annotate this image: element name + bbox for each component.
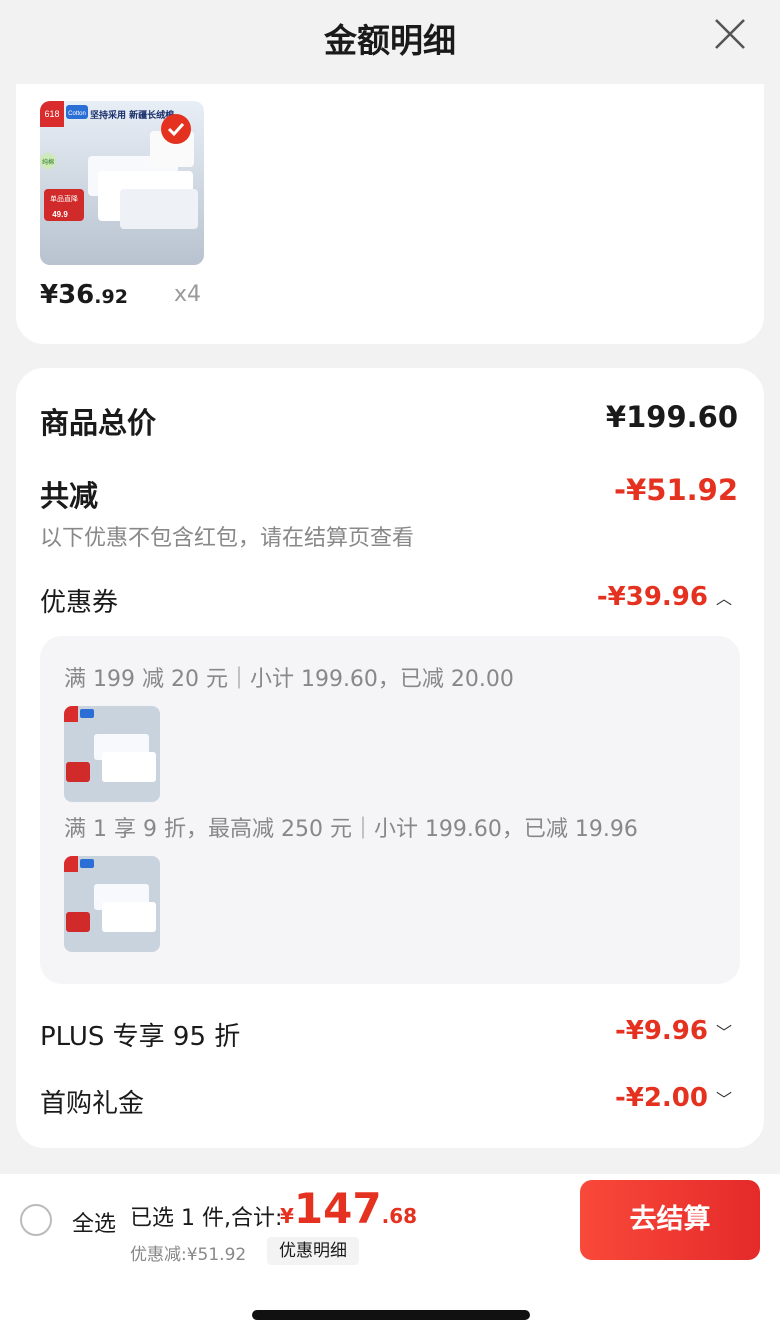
promo-price: 49.9 xyxy=(52,210,68,219)
price-dec: .92 xyxy=(94,286,128,308)
selected-count-text: 已选 1 件,合计: xyxy=(130,1206,283,1231)
plus-value-row[interactable]: -¥9.96 ﹀ xyxy=(615,1016,732,1046)
badge-text: 618 xyxy=(44,109,59,119)
plus-label: PLUS 专享 95 折 xyxy=(40,1022,241,1052)
coupon-product-image-2 xyxy=(64,856,160,952)
total-price: ¥147.68 xyxy=(280,1184,417,1233)
reduce-value: -¥51.92 xyxy=(614,473,738,507)
header-bar: 金额明细 xyxy=(0,0,780,80)
promo-text: 单品直降 xyxy=(50,194,78,203)
select-all-label[interactable]: 全选 xyxy=(72,1206,116,1238)
product-quantity: x4 xyxy=(174,282,202,307)
discount-detail-button[interactable]: 优惠明细 xyxy=(267,1237,359,1265)
home-indicator[interactable] xyxy=(252,1310,530,1320)
tag-text: 纯棉 xyxy=(42,158,54,166)
coupon-rule-2: 满 1 享 9 折，最高减 250 元｜小计 199.60，已减 19.96 xyxy=(64,817,638,842)
chevron-down-icon[interactable]: ﹀ xyxy=(716,1019,732,1043)
reduce-note: 以下优惠不包含红包，请在结算页查看 xyxy=(40,526,415,551)
chevron-down-icon[interactable]: ﹀ xyxy=(716,1086,732,1110)
total-int: 147 xyxy=(293,1184,382,1233)
total-value: ¥199.60 xyxy=(605,400,738,434)
checkout-button[interactable]: 去结算 xyxy=(580,1180,760,1260)
total-label: 商品总价 xyxy=(40,406,157,440)
total-currency: ¥ xyxy=(280,1204,294,1228)
firstbuy-value-row[interactable]: -¥2.00 ﹀ xyxy=(615,1083,732,1113)
page-title: 金额明细 xyxy=(324,21,456,60)
coupon-label: 优惠券 xyxy=(40,588,119,618)
chevron-up-icon[interactable]: ︿ xyxy=(716,585,732,609)
coupon-rule-1: 满 199 减 20 元｜小计 199.60，已减 20.00 xyxy=(64,667,514,692)
select-all-radio[interactable] xyxy=(20,1204,52,1236)
firstbuy-label: 首购礼金 xyxy=(40,1089,145,1119)
selected-check-icon xyxy=(161,114,191,144)
product-price: ¥36.92 xyxy=(40,280,128,310)
price-int: ¥36 xyxy=(40,280,95,310)
firstbuy-value: -¥2.00 xyxy=(614,1083,708,1113)
coupon-value-row[interactable]: -¥39.96 ︿ xyxy=(597,582,732,612)
coupon-value: -¥39.96 xyxy=(596,582,708,612)
discount-text: 优惠减:¥51.92 xyxy=(130,1245,247,1265)
brand-text: Cotton xyxy=(68,111,86,117)
total-dec: .68 xyxy=(381,1204,418,1228)
reduce-label: 共减 xyxy=(40,479,99,513)
close-icon[interactable] xyxy=(712,16,748,52)
plus-value: -¥9.96 xyxy=(614,1016,708,1046)
product-image[interactable]: 618 Cotton 坚持采用 新疆长绒棉 纯棉 单品直降 49.9 xyxy=(40,101,204,265)
coupon-product-image-1 xyxy=(64,706,160,802)
